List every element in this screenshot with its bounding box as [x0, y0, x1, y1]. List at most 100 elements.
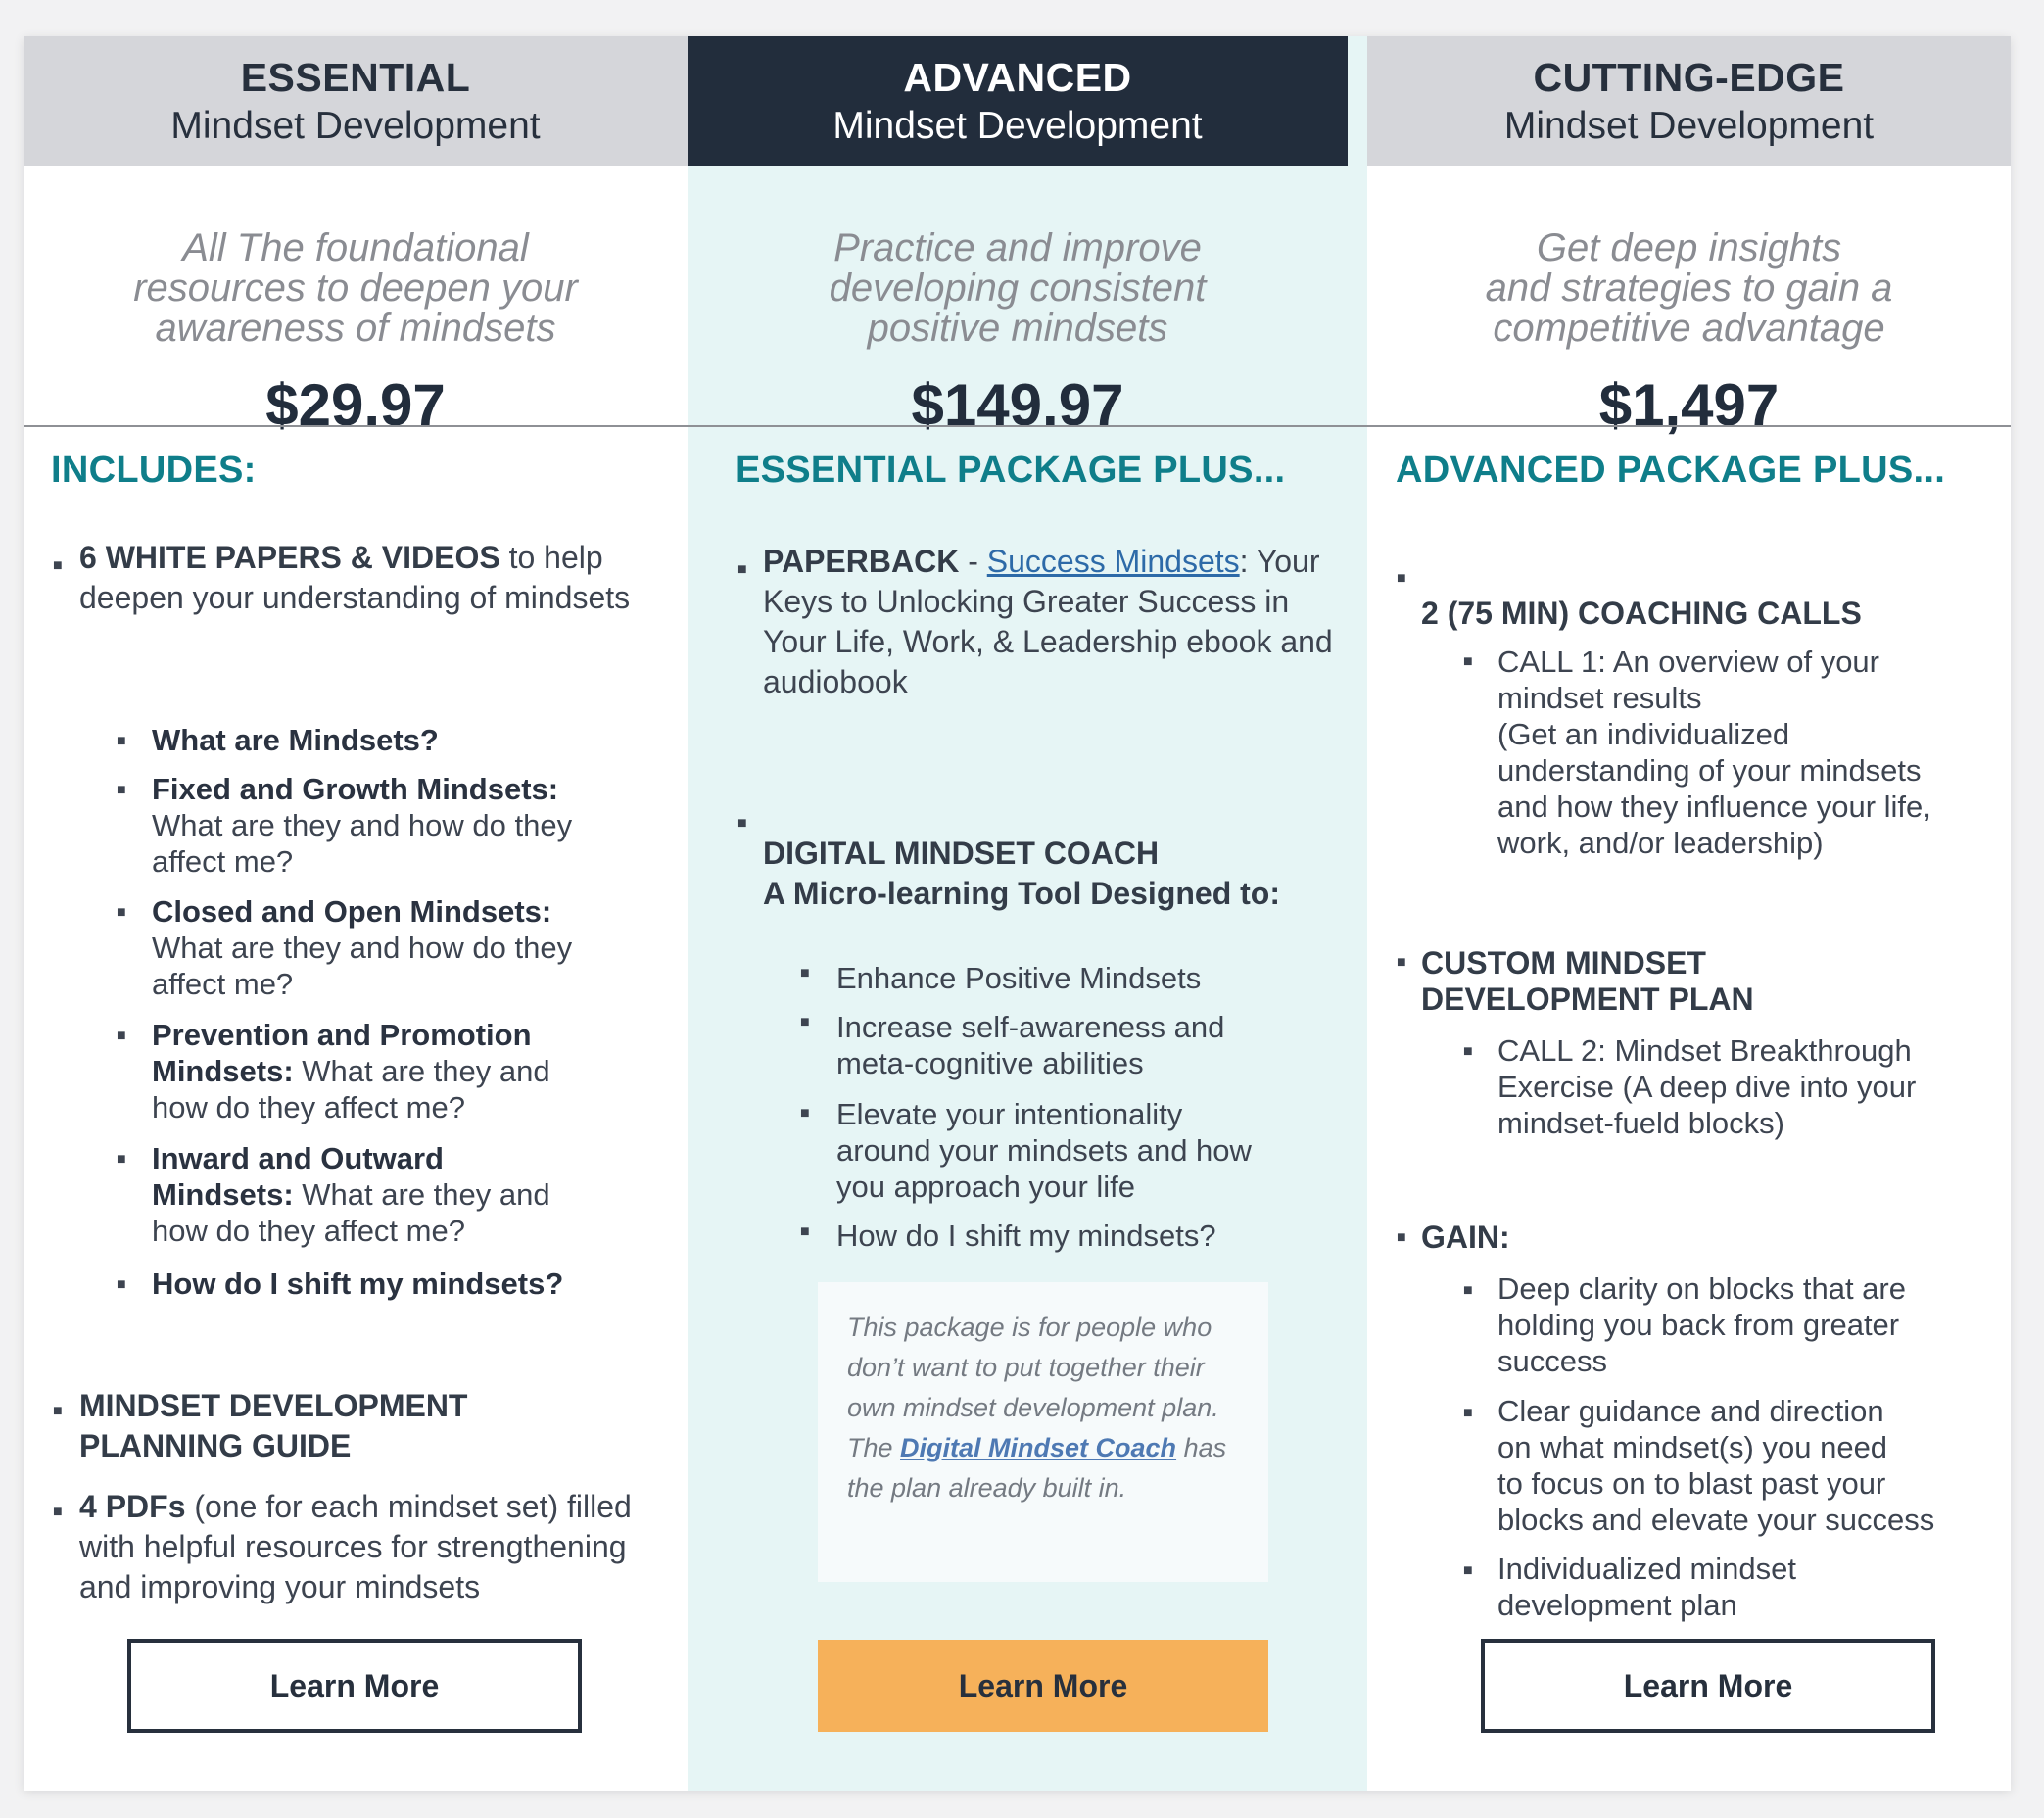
list-item: 4 PDFs (one for each mindset set) filled… [79, 1487, 677, 1607]
bullet-icon: ■ [1463, 653, 1473, 670]
item-text: Your Life, Work, & Leadership ebook and [763, 624, 1333, 659]
item-text: (one for each mindset set) filled [185, 1489, 632, 1524]
sub-item-text: blocks and elevate your success [1497, 1503, 1935, 1537]
desc-line: resources to deepen your [133, 266, 578, 310]
note-text: has [1176, 1433, 1227, 1462]
sub-item-text: to focus on to blast past your [1497, 1466, 1886, 1501]
package-note: This package is for people who don’t wan… [818, 1282, 1268, 1582]
sub-item-bold: How do I shift my mindsets? [152, 1267, 564, 1301]
book-link[interactable]: Success Mindsets [987, 544, 1240, 579]
item-text: audiobook [763, 664, 908, 699]
sub-item-text: Individualized mindset [1497, 1552, 1797, 1586]
digital-mindset-coach-link[interactable]: Digital Mindset Coach [900, 1433, 1176, 1462]
sub-item-text: Elevate your intentionality [836, 1097, 1183, 1131]
sub-item-bold: Fixed and Growth Mindsets: [152, 772, 559, 806]
sub-item-bold: Inward and Outward [152, 1141, 444, 1175]
plan-description: Get deep insights and strategies to gain… [1367, 228, 2011, 349]
plan-tier: ESSENTIAL [240, 55, 471, 100]
sub-item-text: Exercise (A deep dive into your [1497, 1070, 1917, 1104]
sub-item-text: Increase self-awareness and [836, 1010, 1225, 1044]
sub-item-bold: Mindsets: [152, 1054, 294, 1088]
plan-subtitle: Mindset Development [170, 105, 541, 147]
sub-item-text: mindset-fueld blocks) [1497, 1106, 1784, 1140]
desc-line: developing consistent [829, 266, 1207, 310]
sub-item-text: you approach your life [836, 1170, 1136, 1204]
item-bold: GAIN: [1421, 1220, 1510, 1255]
bullet-icon: ■ [1397, 1229, 1406, 1246]
bullet-icon: ■ [53, 1504, 63, 1520]
item-text: to help [499, 540, 603, 575]
bullet-icon: ■ [117, 1028, 126, 1044]
bullet-icon: ■ [1397, 954, 1406, 971]
plan-subtitle: Mindset Development [1503, 105, 1875, 147]
item-text: : Your [1239, 544, 1320, 579]
section-title: ADVANCED PACKAGE PLUS... [1396, 450, 1946, 491]
bullet-icon: ■ [800, 1223, 810, 1240]
item-bold: 2 (75 MIN) COACHING CALLS [1421, 596, 1862, 631]
sub-item-text: development plan [1497, 1588, 1737, 1622]
plan-tier: CUTTING-EDGE [1533, 55, 1845, 100]
sub-item: How do I shift my mindsets? [152, 1266, 661, 1302]
sub-item-text: mindset results [1497, 681, 1702, 715]
plan-subtitle: Mindset Development [832, 105, 1203, 147]
sub-item: Clear guidance and direction on what min… [1497, 1393, 1997, 1538]
plan-advanced: ADVANCED Mindset Development Practice an… [688, 36, 1367, 1791]
item-bold: A Micro-learning Tool Designed to: [763, 876, 1280, 911]
note-text: own mindset development plan. [847, 1393, 1219, 1422]
plan-price: $29.97 [265, 372, 446, 438]
sub-item: How do I shift my mindsets? [836, 1218, 1346, 1254]
learn-more-button[interactable]: Learn More [127, 1639, 582, 1733]
desc-line: competitive advantage [1493, 307, 1885, 350]
sub-item-text: (Get an individualized [1497, 717, 1790, 751]
plan-tier: ADVANCED [903, 55, 1132, 100]
sub-item-text: Clear guidance and direction [1497, 1394, 1884, 1428]
sub-item-text: around your mindsets and how [836, 1133, 1252, 1168]
sub-item: Fixed and Growth Mindsets: What are they… [152, 771, 661, 880]
plan-description: Practice and improve developing consiste… [688, 228, 1348, 349]
section-title: INCLUDES: [51, 450, 257, 491]
sub-item-text: meta-cognitive abilities [836, 1046, 1144, 1080]
bullet-icon: ■ [737, 561, 747, 578]
sub-item-text: work, and/or leadership) [1497, 826, 1824, 860]
bullet-icon: ■ [800, 1105, 810, 1122]
sub-item-text: on what mindset(s) you need [1497, 1430, 1888, 1464]
sub-item-text: What are they and [293, 1177, 550, 1212]
sub-item-text: how do they affect me? [152, 1214, 465, 1248]
sub-item-text: holding you back from greater [1497, 1308, 1900, 1342]
sub-item-text: Enhance Positive Mindsets [836, 961, 1202, 995]
item-text: and improving your mindsets [79, 1569, 481, 1604]
sub-item: Enhance Positive Mindsets [836, 960, 1346, 996]
sub-item-text: affect me? [152, 844, 294, 879]
note-text: The [847, 1433, 901, 1462]
desc-line: positive mindsets [867, 307, 1168, 350]
sub-item: Increase self-awareness and meta-cogniti… [836, 1009, 1346, 1081]
sub-item-text: how do they affect me? [152, 1090, 465, 1124]
bullet-icon: ■ [117, 1276, 126, 1293]
item-bold: 6 WHITE PAPERS & VIDEOS [79, 540, 500, 575]
item-bold: MINDSET DEVELOPMENT [79, 1388, 468, 1423]
sub-item: Inward and Outward Mindsets: What are th… [152, 1140, 661, 1249]
learn-more-button[interactable]: Learn More [1481, 1639, 1935, 1733]
item-text: with helpful resources for strengthening [79, 1529, 627, 1564]
bullet-icon: ■ [1463, 1043, 1473, 1060]
sub-item: What are Mindsets? [152, 722, 661, 758]
plan-header: ESSENTIAL Mindset Development [24, 36, 688, 166]
bullet-icon: ■ [1463, 1562, 1473, 1579]
sub-item-bold: Prevention and Promotion [152, 1018, 532, 1052]
sub-item-text: and how they influence your life, [1497, 789, 1931, 824]
desc-line: Practice and improve [833, 226, 1202, 269]
bullet-icon: ■ [737, 815, 747, 832]
bullet-icon: ■ [1463, 1405, 1473, 1421]
item-bold: 4 PDFs [79, 1489, 186, 1524]
bullet-icon: ■ [800, 1014, 810, 1030]
plan-essential: ESSENTIAL Mindset Development All The fo… [24, 36, 688, 1791]
sub-item-text: What are they and how do they [152, 931, 573, 965]
learn-more-button[interactable]: Learn More [818, 1640, 1268, 1732]
bullet-icon: ■ [1397, 570, 1406, 587]
item-text: - [959, 544, 987, 579]
bullet-icon: ■ [117, 782, 126, 798]
sub-item-text: CALL 1: An overview of your [1497, 645, 1879, 679]
bullet-icon: ■ [1463, 1282, 1473, 1299]
plan-header: CUTTING-EDGE Mindset Development [1367, 36, 2011, 166]
bullet-icon: ■ [117, 1151, 126, 1168]
